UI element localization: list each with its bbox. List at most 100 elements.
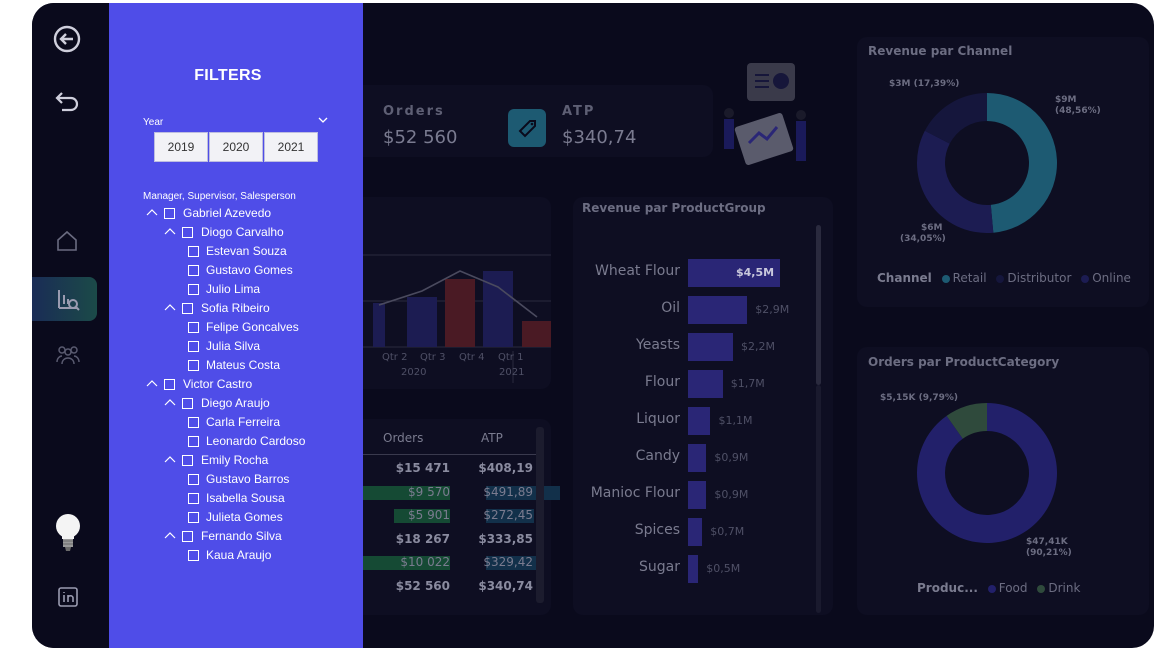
legend-distributor[interactable]: Distributor: [1007, 271, 1071, 285]
tree-row-level-2[interactable]: Julieta Gomes: [109, 509, 349, 528]
analytics-icon[interactable]: [56, 287, 80, 313]
channel-legend: Channel Retail Distributor Online: [877, 271, 1131, 285]
collapse-chevron-icon[interactable]: [163, 453, 177, 470]
tree-row-level-2[interactable]: Gustavo Gomes: [109, 262, 349, 281]
tree-checkbox[interactable]: [188, 360, 199, 371]
tree-row-level-2[interactable]: Mateus Costa: [109, 357, 349, 376]
productgroup-bar[interactable]: [688, 555, 699, 583]
category-legend: Produc... Food Drink: [917, 581, 1080, 595]
tree-row-level-2[interactable]: Leonardo Cardoso: [109, 433, 349, 452]
tree-row-level-2[interactable]: Isabella Sousa: [109, 490, 349, 509]
tree-checkbox[interactable]: [188, 493, 199, 504]
home-icon[interactable]: [55, 229, 79, 253]
tree-checkbox[interactable]: [188, 265, 199, 276]
productgroup-bar[interactable]: [688, 481, 707, 509]
year-button-2019[interactable]: 2019: [154, 132, 208, 162]
legend-dot-retail: [941, 274, 950, 283]
donut-slice-online[interactable]: [917, 130, 994, 233]
table-cell-atp: $491,89: [483, 484, 533, 499]
legend-retail[interactable]: Retail: [953, 271, 987, 285]
productgroup-category-label: Wheat Flour: [595, 263, 680, 279]
tree-checkbox[interactable]: [164, 379, 175, 390]
tree-checkbox[interactable]: [182, 455, 193, 466]
productgroup-category-label: Flour: [644, 374, 680, 390]
productgroup-data-label: $1,1M: [718, 414, 753, 427]
tree-checkbox[interactable]: [182, 531, 193, 542]
tree-checkbox[interactable]: [188, 322, 199, 333]
tree-checkbox[interactable]: [188, 246, 199, 257]
category-legend-title: Produc...: [917, 581, 978, 595]
productgroup-bar[interactable]: [688, 333, 733, 361]
legend-online[interactable]: Online: [1092, 271, 1131, 285]
channel-label-retail-pct: (48,56%): [1055, 106, 1101, 116]
tree-checkbox[interactable]: [164, 208, 175, 219]
tree-row-label: Julia Silva: [206, 339, 261, 353]
tree-checkbox[interactable]: [182, 303, 193, 314]
table-header-atp: ATP: [481, 431, 503, 445]
productgroup-scroll-track: [816, 385, 821, 613]
year-2021-label: 2021: [499, 367, 525, 378]
tree-row-level-1[interactable]: Fernando Silva: [109, 528, 349, 547]
tree-row-label: Julio Lima: [206, 282, 261, 296]
legend-dot-drink: [1037, 584, 1046, 593]
collapse-chevron-icon[interactable]: [163, 396, 177, 413]
tree-row-label: Victor Castro: [183, 377, 253, 391]
productgroup-data-label: $2,9M: [755, 303, 790, 316]
tree-checkbox[interactable]: [188, 284, 199, 295]
analytics-illustration: [719, 61, 834, 176]
year-button-2021[interactable]: 2021: [264, 132, 318, 162]
tree-checkbox[interactable]: [188, 341, 199, 352]
linkedin-icon[interactable]: [58, 587, 78, 607]
productgroup-category-label: Yeasts: [636, 337, 680, 353]
productgroup-data-label: $0,7M: [710, 525, 745, 538]
collapse-chevron-icon[interactable]: [145, 377, 159, 394]
table-scrollbar[interactable]: [536, 427, 544, 603]
tree-checkbox[interactable]: [188, 474, 199, 485]
collapse-chevron-icon[interactable]: [163, 301, 177, 318]
tree-row-level-0[interactable]: Victor Castro: [109, 376, 349, 395]
tree-row-level-2[interactable]: Julia Silva: [109, 338, 349, 357]
table-header-divider: [363, 454, 537, 455]
productgroup-bar[interactable]: [688, 370, 723, 398]
productgroup-data-label: $0,9M: [714, 451, 749, 464]
tree-checkbox[interactable]: [188, 550, 199, 561]
back-circle-icon[interactable]: [53, 25, 81, 53]
productgroup-bar[interactable]: [688, 296, 748, 324]
tick-q4: Qtr 4: [459, 352, 485, 363]
tree-row-level-1[interactable]: Emily Rocha: [109, 452, 349, 471]
tree-row-level-2[interactable]: Felipe Goncalves: [109, 319, 349, 338]
productgroup-bar[interactable]: [688, 407, 711, 435]
productgroup-scrollbar[interactable]: [816, 225, 821, 385]
tree-row-level-2[interactable]: Julio Lima: [109, 281, 349, 300]
tree-checkbox[interactable]: [188, 417, 199, 428]
people-icon[interactable]: [56, 344, 80, 366]
tree-row-level-2[interactable]: Kaua Araujo: [109, 547, 349, 566]
productgroup-title: Revenue par ProductGroup: [582, 201, 766, 215]
collapse-chevron-icon[interactable]: [163, 529, 177, 546]
tree-checkbox[interactable]: [188, 512, 199, 523]
chevron-down-icon[interactable]: [318, 116, 328, 127]
productgroup-bar[interactable]: [688, 444, 707, 472]
tree-row-level-2[interactable]: Carla Ferreira: [109, 414, 349, 433]
productgroup-category-label: Liquor: [636, 411, 680, 427]
tree-row-level-1[interactable]: Diogo Carvalho: [109, 224, 349, 243]
table-cell-atp: $340,74: [478, 579, 533, 593]
tree-row-level-2[interactable]: Estevan Souza: [109, 243, 349, 262]
tree-row-level-1[interactable]: Sofia Ribeiro: [109, 300, 349, 319]
legend-food[interactable]: Food: [999, 581, 1028, 595]
collapse-chevron-icon[interactable]: [145, 206, 159, 223]
lightbulb-icon[interactable]: [54, 513, 82, 553]
tree-row-level-2[interactable]: Gustavo Barros: [109, 471, 349, 490]
legend-drink[interactable]: Drink: [1048, 581, 1080, 595]
undo-icon[interactable]: [53, 89, 81, 117]
tree-checkbox[interactable]: [182, 227, 193, 238]
donut-slice-retail[interactable]: [987, 93, 1057, 233]
productgroup-bar[interactable]: [688, 518, 703, 546]
tree-row-level-0[interactable]: Gabriel Azevedo: [109, 205, 349, 224]
tree-row-level-1[interactable]: Diego Araujo: [109, 395, 349, 414]
tree-checkbox[interactable]: [182, 398, 193, 409]
year-button-2020[interactable]: 2020: [209, 132, 263, 162]
collapse-chevron-icon[interactable]: [163, 225, 177, 242]
tree-checkbox[interactable]: [188, 436, 199, 447]
table-cell-atp: $333,85: [478, 531, 533, 546]
